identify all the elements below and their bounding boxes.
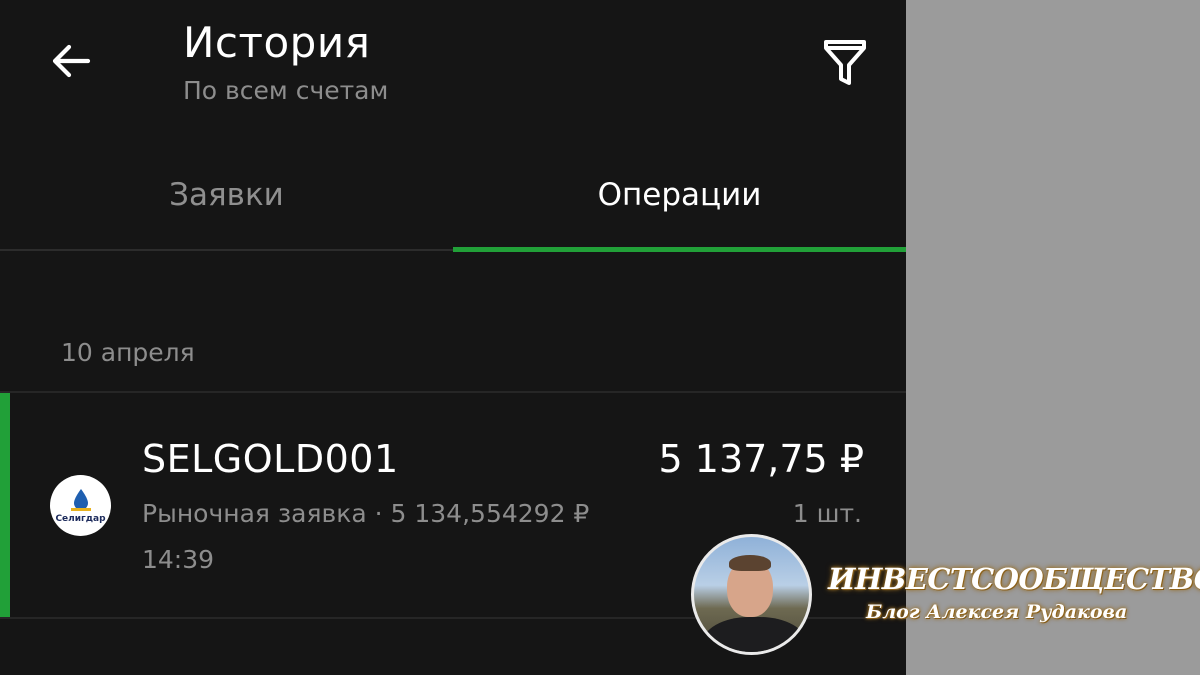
tab-bar: Заявки Операции bbox=[0, 140, 906, 252]
avatar-body bbox=[702, 617, 807, 652]
active-tab-indicator bbox=[453, 247, 906, 252]
drop-icon bbox=[70, 488, 91, 511]
watermark-tagline: Блог Алексея Рудакова bbox=[866, 601, 1128, 623]
page-subtitle: По всем счетам bbox=[183, 76, 389, 105]
tab-requests[interactable]: Заявки bbox=[0, 140, 453, 250]
watermark-brand: ИНВЕСТСООБЩЕСТВО bbox=[828, 562, 1200, 596]
operation-accent-bar bbox=[0, 393, 10, 618]
avatar-hair bbox=[729, 555, 771, 571]
logo-label: Селигдар bbox=[55, 513, 106, 524]
operation-amount: 5 137,75 ₽ bbox=[658, 437, 864, 481]
tab-operations[interactable]: Операции bbox=[453, 140, 906, 250]
date-header: 10 апреля bbox=[61, 338, 195, 367]
page-title: История bbox=[183, 18, 371, 67]
operation-details: Рыночная заявка · 5 134,554292 ₽ bbox=[142, 499, 590, 528]
operation-name: SELGOLD001 bbox=[142, 437, 399, 481]
back-button[interactable] bbox=[46, 38, 96, 84]
operation-time: 14:39 bbox=[142, 545, 215, 574]
seligdar-logo: Селигдар bbox=[50, 475, 111, 536]
filter-button[interactable] bbox=[818, 34, 872, 88]
arrow-left-icon bbox=[52, 44, 91, 78]
author-avatar bbox=[691, 534, 812, 655]
filter-icon bbox=[824, 40, 866, 85]
operation-quantity: 1 шт. bbox=[792, 499, 862, 528]
